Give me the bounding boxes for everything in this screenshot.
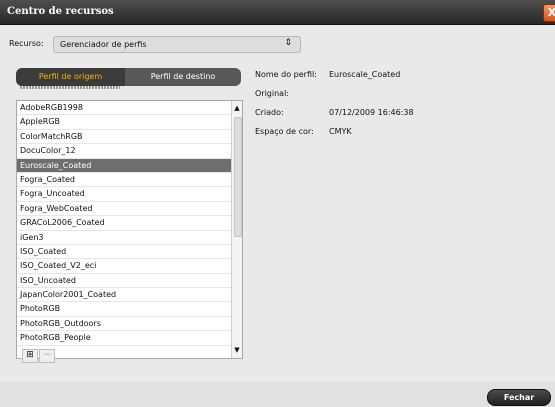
add-profile-icon[interactable]: ⊞ [22,349,38,363]
detail-value: 07/12/2009 16:46:38 [329,108,414,117]
profile-list-item[interactable]: AdobeRGB1998 [17,101,242,116]
profile-list-item[interactable]: PhotoRGB [17,302,242,317]
scroll-up-icon[interactable]: ▲ [233,104,241,113]
detail-label: Original: [255,89,289,98]
profile-list-item[interactable]: DocuColor_12 [17,144,242,159]
detail-row-original: Original: [255,89,535,108]
profile-list-item[interactable]: ISO_Coated [17,245,242,260]
detail-label: Nome do perfil: [255,70,317,79]
profile-list-item[interactable]: iGen3 [17,231,242,245]
footer-bar: Fechar [0,382,555,407]
tab-indicator [20,86,120,89]
remove-profile-icon[interactable]: − [39,349,55,363]
detail-label: Espaço de cor: [255,127,314,136]
profile-list[interactable]: AdobeRGB1998 AppleRGB ColorMatchRGB DocuCol… [16,100,243,359]
profile-list-scrollbar[interactable]: ▲ ▼ [231,101,242,358]
profile-list-item[interactable]: AppleRGB [17,115,242,130]
profile-details: Nome do perfil: Euroscale_Coated Origina… [255,70,535,146]
detail-label: Criado: [255,108,284,117]
title-bar: Centro de recursos X [0,0,555,25]
tab-source-profile[interactable]: Perfil de origem [16,68,125,86]
profile-list-item[interactable]: JapanColor2001_Coated [17,288,242,303]
profile-panel: Perfil de origem Perfil de destino Adobe… [8,60,548,376]
window-title: Centro de recursos [7,6,114,17]
window-close-icon[interactable]: X [543,4,555,22]
profile-list-item[interactable]: PhotoRGB_Outdoors [17,317,242,332]
profile-list-item[interactable]: Fogra_WebCoated [17,202,242,217]
scroll-down-icon[interactable]: ▼ [233,346,241,355]
select-arrows-icon: ⇕ [284,38,292,48]
resource-select[interactable]: Gerenciador de perfis ⇕ [53,36,301,53]
profile-tabs: Perfil de origem Perfil de destino [16,68,241,86]
profile-list-item[interactable]: Fogra_Coated [17,173,242,188]
detail-row-color-space: Espaço de cor: CMYK [255,127,535,146]
detail-row-created: Criado: 07/12/2009 16:46:38 [255,108,535,127]
profile-list-item[interactable]: ColorMatchRGB [17,130,242,145]
profile-list-item[interactable]: ISO_Uncoated [17,274,242,289]
detail-value: CMYK [329,127,352,136]
profile-list-item[interactable]: ISO_Coated_V2_eci [17,259,242,274]
profile-list-items: AdobeRGB1998 AppleRGB ColorMatchRGB DocuCol… [17,101,242,346]
tab-destination-profile[interactable]: Perfil de destino [125,68,241,86]
resource-select-value: Gerenciador de perfis [60,40,147,49]
detail-value: Euroscale_Coated [329,70,401,79]
profile-list-item[interactable]: Fogra_Uncoated [17,187,242,202]
close-button[interactable]: Fechar [487,389,551,406]
profile-list-item[interactable]: GRACoL2006_Coated [17,216,242,231]
resource-label: Recurso: [9,39,44,48]
profile-list-item[interactable]: Euroscale_Coated [17,158,242,173]
detail-row-name: Nome do perfil: Euroscale_Coated [255,70,535,89]
scroll-thumb[interactable] [234,117,242,237]
profile-list-item[interactable]: PhotoRGB_People [17,331,242,346]
